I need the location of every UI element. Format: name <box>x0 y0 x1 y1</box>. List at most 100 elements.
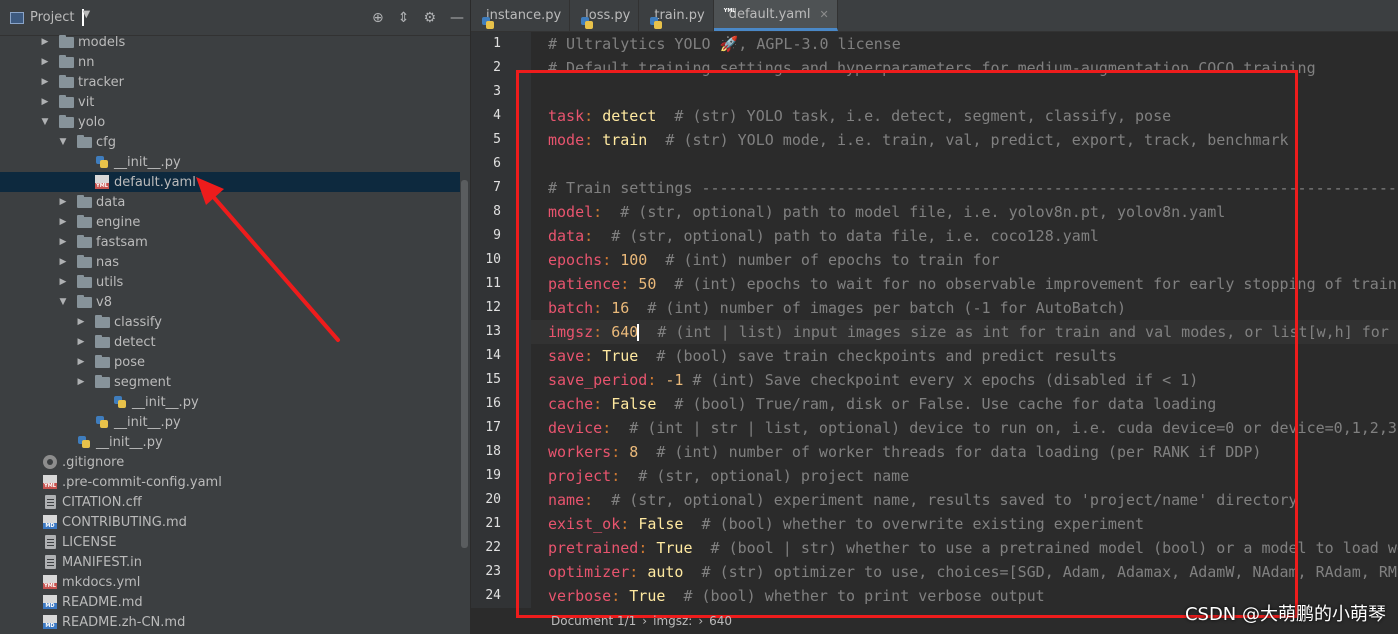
collapsed-arrow-icon[interactable]: ▶ <box>76 377 86 387</box>
code-line[interactable]: task: detect # (str) YOLO task, i.e. det… <box>531 104 1398 128</box>
tree-folder[interactable]: ▶ segment <box>0 372 460 392</box>
tree-folder[interactable]: ▶ nas <box>0 252 460 272</box>
tree-item-label: engine <box>96 214 141 230</box>
tree-folder[interactable]: ▶ pose <box>0 352 460 372</box>
code-line[interactable]: save: True # (bool) save train checkpoin… <box>531 344 1398 368</box>
yaml-key: exist_ok <box>548 515 621 533</box>
tree-file[interactable]: MD README.md <box>0 592 460 612</box>
collapse-all-icon[interactable]: ⇕ <box>398 10 410 26</box>
text-file-icon <box>42 555 58 569</box>
tree-folder[interactable]: ▶ classify <box>0 312 460 332</box>
code-punctuation: : <box>620 275 639 293</box>
editor-tab[interactable]: train.py <box>639 0 714 31</box>
tree-item-label: detect <box>114 334 156 350</box>
code-line[interactable]: # Train settings -----------------------… <box>531 176 1398 200</box>
locate-file-icon[interactable]: ⊕ <box>372 10 384 26</box>
yaml-number: 50 <box>638 275 657 293</box>
tree-folder[interactable]: ▶ detect <box>0 332 460 352</box>
expanded-arrow-icon[interactable]: ▼ <box>58 137 68 147</box>
code-line[interactable]: optimizer: auto # (str) optimizer to use… <box>531 560 1398 584</box>
sidebar-scrollbar[interactable] <box>461 180 468 548</box>
tree-file[interactable]: ▶__init__.py <box>0 432 460 452</box>
tree-folder[interactable]: ▶ tracker <box>0 72 460 92</box>
collapsed-arrow-icon[interactable]: ▶ <box>76 317 86 327</box>
code-line[interactable]: epochs: 100 # (int) number of epochs to … <box>531 248 1398 272</box>
code-line[interactable]: patience: 50 # (int) epochs to wait for … <box>531 272 1398 296</box>
code-comment: # (str, optional) experiment name, resul… <box>593 491 1298 509</box>
chevron-down-icon[interactable]: ▼ <box>82 9 90 26</box>
tree-folder[interactable]: ▶ engine <box>0 212 460 232</box>
breadcrumb-separator: › <box>642 614 648 628</box>
code-line[interactable] <box>531 80 1398 104</box>
breadcrumb-value[interactable]: 640 <box>709 614 732 628</box>
tree-file[interactable]: YML .pre-commit-config.yaml <box>0 472 460 492</box>
tree-file[interactable]: MD CONTRIBUTING.md <box>0 512 460 532</box>
tree-file[interactable]: ▶__init__.py <box>0 412 460 432</box>
collapsed-arrow-icon[interactable]: ▶ <box>40 97 50 107</box>
tree-folder[interactable]: ▶ vit <box>0 92 460 112</box>
code-line[interactable]: # Ultralytics YOLO 🚀, AGPL-3.0 license <box>531 32 1398 56</box>
tree-folder[interactable]: ▼ cfg <box>0 132 460 152</box>
code-line[interactable]: project: # (str, optional) project name <box>531 464 1398 488</box>
tree-file[interactable]: .gitignore <box>0 452 460 472</box>
code-punctuation: : <box>584 107 603 125</box>
code-punctuation: : <box>647 371 666 389</box>
yaml-key: name <box>548 491 585 509</box>
code-line[interactable]: mode: train # (str) YOLO mode, i.e. trai… <box>531 128 1398 152</box>
collapsed-arrow-icon[interactable]: ▶ <box>58 257 68 267</box>
tree-folder[interactable]: ▼ yolo <box>0 112 460 132</box>
folder-icon <box>94 314 110 329</box>
tree-folder[interactable]: ▶ nn <box>0 52 460 72</box>
tree-file[interactable]: MD README.zh-CN.md <box>0 612 460 632</box>
code-area[interactable]: # Ultralytics YOLO 🚀, AGPL-3.0 license # … <box>531 32 1398 608</box>
code-line[interactable] <box>531 152 1398 176</box>
editor-tab[interactable]: loss.py <box>570 0 640 31</box>
collapsed-arrow-icon[interactable]: ▶ <box>58 237 68 247</box>
editor-tab[interactable]: instance.py <box>471 0 571 31</box>
code-line[interactable]: batch: 16 # (int) number of images per b… <box>531 296 1398 320</box>
code-line[interactable]: device: # (int | str | list, optional) d… <box>531 416 1398 440</box>
tree-folder[interactable]: ▶ models <box>0 32 460 52</box>
tree-file[interactable]: ▶__init__.py <box>0 392 460 412</box>
collapsed-arrow-icon[interactable]: ▶ <box>40 37 50 47</box>
close-icon[interactable]: ✕ <box>820 8 829 21</box>
code-line[interactable]: model: # (str, optional) path to model f… <box>531 200 1398 224</box>
collapsed-arrow-icon[interactable]: ▶ <box>40 57 50 67</box>
tree-folder[interactable]: ▶ utils <box>0 272 460 292</box>
expanded-arrow-icon[interactable]: ▼ <box>58 297 68 307</box>
code-line[interactable]: imgsz: 640 # (int | list) input images s… <box>531 320 1398 344</box>
code-line[interactable]: # Default training settings and hyperpar… <box>531 56 1398 80</box>
collapsed-arrow-icon[interactable]: ▶ <box>58 197 68 207</box>
tree-file[interactable]: LICENSE <box>0 532 460 552</box>
expanded-arrow-icon[interactable]: ▼ <box>40 117 50 127</box>
code-line[interactable]: data: # (str, optional) path to data fil… <box>531 224 1398 248</box>
tree-folder[interactable]: ▶ data <box>0 192 460 212</box>
tree-file[interactable]: MANIFEST.in <box>0 552 460 572</box>
tree-file[interactable]: YML mkdocs.yml <box>0 572 460 592</box>
code-line[interactable]: cache: False # (bool) True/ram, disk or … <box>531 392 1398 416</box>
tree-folder[interactable]: ▶ fastsam <box>0 232 460 252</box>
gear-icon[interactable]: ⚙ <box>423 10 436 26</box>
tree-file[interactable]: ▶__init__.py <box>0 152 460 172</box>
collapsed-arrow-icon[interactable]: ▶ <box>76 357 86 367</box>
collapsed-arrow-icon[interactable]: ▶ <box>58 217 68 227</box>
folder-icon <box>58 74 74 89</box>
collapsed-arrow-icon[interactable]: ▶ <box>76 337 86 347</box>
collapsed-arrow-icon[interactable]: ▶ <box>58 277 68 287</box>
code-line[interactable]: workers: 8 # (int) number of worker thre… <box>531 440 1398 464</box>
code-line[interactable]: exist_ok: False # (bool) whether to over… <box>531 512 1398 536</box>
code-line[interactable]: name: # (str, optional) experiment name,… <box>531 488 1398 512</box>
tree-file[interactable]: ▶YMLdefault.yaml <box>0 172 460 192</box>
code-line[interactable]: save_period: -1 # (int) Save checkpoint … <box>531 368 1398 392</box>
code-comment: # (str, optional) path to model file, i.… <box>602 203 1226 221</box>
project-view-selector[interactable]: Project <box>30 10 74 25</box>
editor-tab[interactable]: YML default.yaml ✕ <box>713 0 838 31</box>
yaml-number: 8 <box>629 443 639 461</box>
tree-file[interactable]: CITATION.cff <box>0 492 460 512</box>
code-line[interactable]: pretrained: True # (bool | str) whether … <box>531 536 1398 560</box>
breadcrumb-document[interactable]: Document 1/1 <box>551 614 636 628</box>
tree-folder[interactable]: ▼ v8 <box>0 292 460 312</box>
collapsed-arrow-icon[interactable]: ▶ <box>40 77 50 87</box>
hide-panel-icon[interactable]: — <box>450 10 464 26</box>
breadcrumb-key[interactable]: imgsz: <box>653 614 692 628</box>
